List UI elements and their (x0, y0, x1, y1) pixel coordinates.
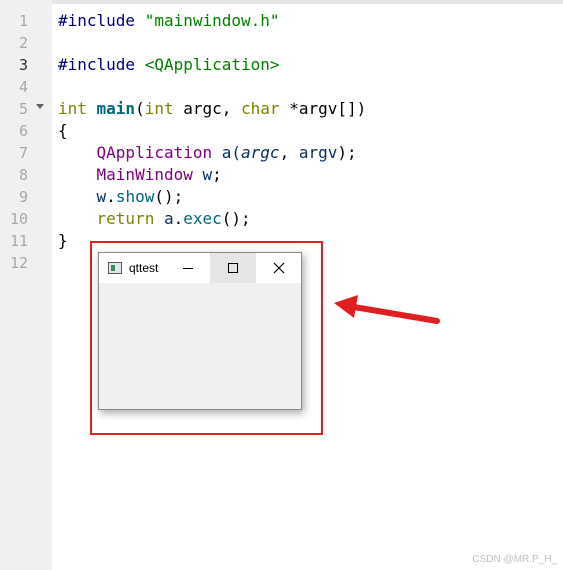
code-line[interactable]: w.show(); (58, 186, 184, 208)
code-token: exec (183, 209, 222, 228)
line-number: 4 (18, 78, 28, 96)
watermark: CSDN @MR.P_H_ (472, 554, 557, 565)
line-number: 10 (9, 210, 28, 228)
code-line[interactable]: int main(int argc, char *argv[]) (58, 98, 366, 120)
code-token: , (279, 143, 299, 162)
code-token: w (202, 165, 213, 184)
code-token: "mainwindow.h" (144, 11, 280, 30)
code-token: (); (221, 209, 251, 228)
code-token: a( (221, 143, 242, 162)
code-token: MainWindow (96, 165, 203, 184)
line-number: 2 (18, 34, 28, 52)
code-token: *argv[]) (289, 99, 367, 118)
code-token: w (96, 187, 107, 206)
code-token: ; (212, 165, 222, 184)
code-token: { (58, 121, 68, 140)
maximize-button[interactable] (210, 253, 256, 283)
line-number: 7 (18, 144, 28, 162)
code-token: #include (58, 11, 145, 30)
code-token: argc, (183, 99, 242, 118)
code-token: return (96, 209, 164, 228)
code-token: argv (298, 143, 338, 162)
code-token: ( (135, 99, 145, 118)
red-arrow-icon (334, 295, 440, 324)
line-number: 1 (18, 12, 28, 30)
close-icon (273, 262, 285, 274)
maximize-icon (228, 263, 238, 273)
code-token: } (58, 231, 68, 250)
fold-arrow-icon[interactable] (36, 104, 44, 109)
window-title: qttest (129, 261, 159, 275)
line-number: 11 (9, 232, 28, 250)
code-line[interactable]: return a.exec(); (58, 208, 251, 230)
code-token: ); (337, 143, 357, 162)
top-strip (0, 0, 563, 4)
code-token: int (144, 99, 184, 118)
code-token: int (58, 99, 97, 118)
code-line[interactable]: } (58, 230, 68, 252)
qttest-window[interactable]: qttest (98, 252, 302, 410)
line-number: 12 (9, 254, 28, 272)
minimize-icon (183, 267, 193, 269)
close-button[interactable] (256, 253, 302, 283)
app-icon (108, 262, 122, 274)
code-line[interactable]: #include <QApplication> (58, 54, 280, 76)
code-token: show (115, 187, 155, 206)
code-token: main (96, 99, 136, 118)
line-number: 8 (18, 166, 28, 184)
window-titlebar[interactable]: qttest (99, 253, 301, 283)
line-number: 3 (18, 56, 28, 74)
code-line[interactable]: #include "mainwindow.h" (58, 10, 280, 32)
line-number-gutter: 1 2 3 4 5 6 7 8 9 10 11 12 (0, 0, 52, 570)
minimize-button[interactable] (165, 253, 211, 283)
line-number: 5 (18, 100, 28, 118)
code-line[interactable]: QApplication a(argc, argv); (58, 142, 357, 164)
window-client-area[interactable] (99, 283, 301, 409)
line-number: 9 (18, 188, 28, 206)
code-token: <QApplication> (144, 55, 280, 74)
code-token: QApplication (96, 143, 222, 162)
code-token: a (163, 209, 174, 228)
code-line[interactable]: MainWindow w; (58, 164, 222, 186)
code-line[interactable]: { (58, 120, 68, 142)
line-number: 6 (18, 122, 28, 140)
code-token: char (241, 99, 290, 118)
code-token: argc (241, 143, 280, 162)
code-token: (); (154, 187, 184, 206)
code-token: . (173, 209, 184, 228)
code-token: . (106, 187, 116, 206)
code-token: #include (58, 55, 145, 74)
